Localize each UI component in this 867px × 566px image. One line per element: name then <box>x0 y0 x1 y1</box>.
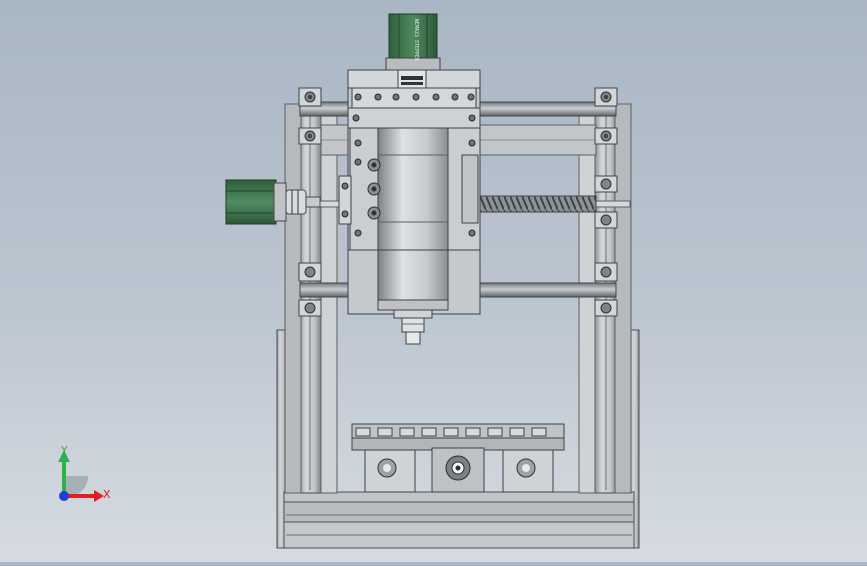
screw-thread <box>477 195 597 213</box>
worktable[interactable] <box>351 423 565 493</box>
y-axis-label: Y <box>60 444 68 457</box>
base-mid-rail <box>283 501 635 523</box>
x-motor-coupler <box>285 189 307 215</box>
coordinate-triad[interactable]: Y X <box>58 444 111 502</box>
table-bearing-left <box>364 449 416 493</box>
z-carriage[interactable] <box>338 69 481 345</box>
cad-viewport[interactable]: NEMA23 STEPPER Y X <box>0 0 867 562</box>
x-axis-label: X <box>103 488 111 501</box>
z-axis-motor[interactable]: NEMA23 STEPPER <box>385 13 441 71</box>
cnc-machine-model[interactable]: NEMA23 STEPPER Y X <box>0 0 867 562</box>
table-nut-block <box>431 447 485 493</box>
x-motor-body <box>225 179 277 225</box>
spindle-nose <box>393 309 433 319</box>
spindle-collet <box>401 317 425 333</box>
t-slot-teeth <box>355 427 547 437</box>
z-motor-label: NEMA23 STEPPER <box>413 19 419 62</box>
table-bearing-right <box>502 449 554 493</box>
z-axis-dot <box>59 491 69 501</box>
